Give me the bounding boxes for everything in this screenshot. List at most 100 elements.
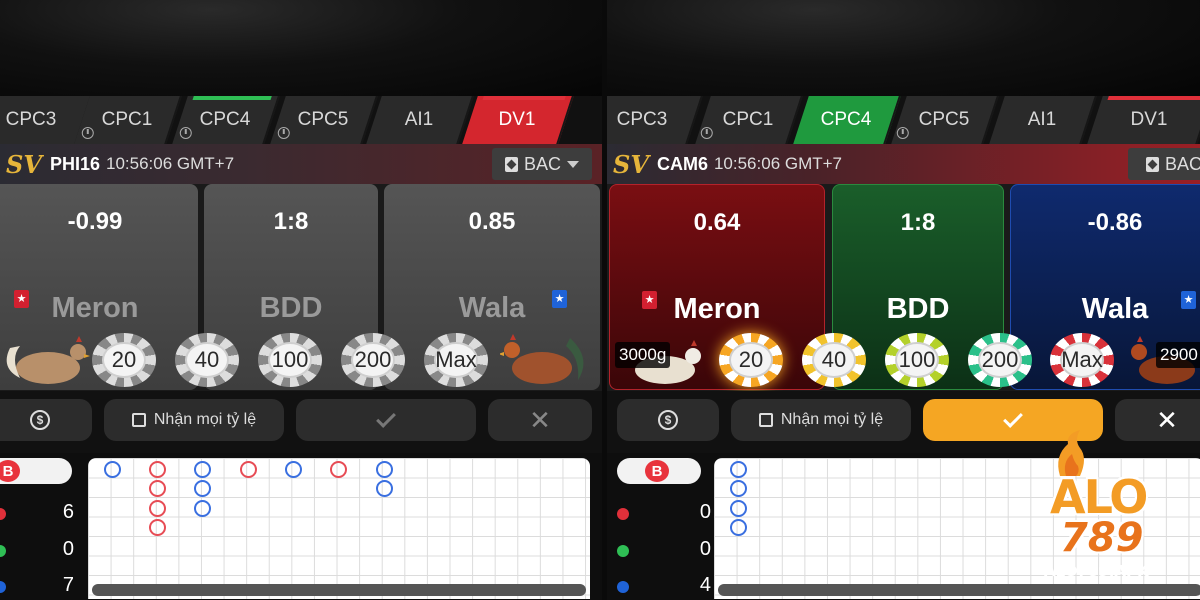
bead bbox=[149, 480, 166, 497]
tab-label: CPC5 bbox=[918, 109, 970, 130]
chip-200[interactable]: 200 bbox=[341, 333, 405, 387]
chip-value: 200 bbox=[351, 342, 395, 378]
alo789-logo: ALO 789 ALO789.APK bbox=[1040, 430, 1170, 600]
sv-logo: SV bbox=[6, 149, 42, 179]
tab-label: CPC4 bbox=[199, 109, 251, 130]
tab-dv1[interactable]: DV1 bbox=[462, 96, 574, 144]
chip-40[interactable]: 40 bbox=[175, 333, 239, 387]
action-bar: $ Nhận mọi tỷ lệ ✕ bbox=[0, 391, 602, 453]
tab-cpc4[interactable]: CPC4 bbox=[793, 96, 901, 144]
tab-ai1[interactable]: AI1 bbox=[366, 96, 474, 144]
bead bbox=[149, 519, 166, 536]
chip-max[interactable]: Max bbox=[1050, 333, 1114, 387]
cancel-bet-button[interactable]: ✕ bbox=[488, 399, 592, 441]
chip-100[interactable]: 100 bbox=[258, 333, 322, 387]
clock-icon bbox=[81, 127, 94, 139]
bead bbox=[730, 500, 747, 517]
bead bbox=[730, 480, 747, 497]
chip-value: 20 bbox=[102, 342, 146, 378]
tab-label: CPC4 bbox=[820, 109, 872, 130]
brand-site-text: ALO789.APK bbox=[1044, 562, 1149, 580]
b-filter-pill[interactable]: B bbox=[617, 458, 701, 484]
tab-cpc4[interactable]: CPC4 bbox=[172, 96, 280, 144]
bead bbox=[376, 480, 393, 497]
chevron-down-icon bbox=[567, 160, 579, 168]
left-game-panel: CPC3 CPC1 CPC4 CPC5 AI1 DV1 SV PHI16 10:… bbox=[0, 0, 602, 600]
live-video-feed bbox=[0, 0, 602, 96]
brand-789-text: 789 bbox=[1060, 515, 1144, 561]
tab-ai1[interactable]: AI1 bbox=[989, 96, 1097, 144]
table-info-bar: SV CAM6 10:56:06 GMT+7 BAC bbox=[607, 144, 1200, 184]
chip-selector: 20 40 100 200 Max bbox=[607, 333, 1200, 391]
bdd-odds: 1:8 bbox=[900, 209, 936, 236]
chip-200[interactable]: 200 bbox=[968, 333, 1032, 387]
tab-dv1[interactable]: DV1 bbox=[1087, 96, 1200, 144]
chip-settings-button[interactable]: $ bbox=[617, 399, 719, 441]
stat-green-count: 0 bbox=[62, 538, 74, 560]
blue-dot-icon bbox=[0, 581, 6, 593]
bead bbox=[730, 519, 747, 536]
tab-cpc3[interactable]: CPC3 bbox=[607, 96, 703, 144]
b-badge: B bbox=[0, 460, 20, 482]
wala-odds: 0.85 bbox=[468, 208, 516, 235]
bead bbox=[194, 480, 211, 497]
chip-value: 200 bbox=[978, 342, 1022, 378]
bead-road bbox=[88, 458, 590, 599]
chip-100[interactable]: 100 bbox=[885, 333, 949, 387]
road-scrollbar[interactable] bbox=[92, 584, 586, 596]
clock-time: 10:56:06 GMT+7 bbox=[713, 154, 843, 173]
chip-settings-button[interactable]: $ bbox=[0, 399, 92, 441]
bead bbox=[330, 461, 347, 478]
table-tabs: CPC3 CPC1 CPC4 CPC5 AI1 DV1 bbox=[607, 96, 1200, 144]
b-filter-pill[interactable]: B bbox=[0, 458, 72, 484]
live-video-feed bbox=[607, 0, 1200, 96]
tab-label: CPC1 bbox=[101, 109, 153, 130]
tab-label: CPC3 bbox=[5, 109, 57, 130]
table-tabs: CPC3 CPC1 CPC4 CPC5 AI1 DV1 bbox=[0, 96, 602, 144]
chip-max[interactable]: Max bbox=[424, 333, 488, 387]
chip-value: 100 bbox=[895, 342, 939, 378]
bead bbox=[240, 461, 257, 478]
tab-label: DV1 bbox=[498, 109, 536, 130]
sv-logo: SV bbox=[613, 149, 649, 179]
stat-blue: 4 bbox=[617, 574, 711, 600]
tab-cpc5[interactable]: CPC5 bbox=[891, 96, 999, 144]
tab-cpc1[interactable]: CPC1 bbox=[74, 96, 182, 144]
tab-label: CPC5 bbox=[297, 109, 349, 130]
confirm-bet-button[interactable] bbox=[296, 399, 476, 441]
chip-40[interactable]: 40 bbox=[802, 333, 866, 387]
game-mode-select[interactable]: BAC bbox=[1128, 148, 1200, 180]
stat-red: 6 bbox=[0, 501, 74, 527]
chip-20[interactable]: 20 bbox=[719, 333, 783, 387]
stat-green: 0 bbox=[0, 538, 74, 564]
clock-icon bbox=[179, 127, 192, 139]
accept-any-odds-toggle[interactable]: Nhận mọi tỷ lệ bbox=[104, 399, 284, 441]
green-dot-icon bbox=[617, 545, 629, 557]
bead bbox=[730, 461, 747, 478]
wala-label: Wala bbox=[1081, 293, 1149, 325]
bdd-odds: 1:8 bbox=[273, 208, 309, 235]
chip-20[interactable]: 20 bbox=[92, 333, 156, 387]
stat-green-count: 0 bbox=[699, 538, 711, 560]
tab-label: AI1 bbox=[404, 109, 434, 130]
tab-cpc5[interactable]: CPC5 bbox=[270, 96, 378, 144]
game-mode-select[interactable]: BAC bbox=[492, 148, 592, 180]
chip-value: 40 bbox=[812, 342, 856, 378]
red-dot-icon bbox=[617, 508, 629, 520]
stat-red: 0 bbox=[617, 501, 711, 527]
chip-value: Max bbox=[434, 342, 478, 378]
clock-icon bbox=[277, 127, 290, 139]
road-area: B 6 0 7 bbox=[0, 453, 602, 600]
chip-value: 20 bbox=[729, 342, 773, 378]
bdd-label: BDD bbox=[259, 292, 323, 324]
tab-cpc1[interactable]: CPC1 bbox=[695, 96, 803, 144]
green-dot-icon bbox=[0, 545, 6, 557]
stat-blue: 7 bbox=[0, 574, 74, 600]
wala-odds: -0.86 bbox=[1087, 209, 1143, 236]
bead bbox=[149, 500, 166, 517]
coin-icon: $ bbox=[658, 410, 678, 430]
bead bbox=[104, 461, 121, 478]
checkbox-icon bbox=[758, 413, 773, 427]
stat-red-count: 0 bbox=[699, 501, 711, 523]
accept-any-odds-toggle[interactable]: Nhận mọi tỷ lệ bbox=[731, 399, 911, 441]
